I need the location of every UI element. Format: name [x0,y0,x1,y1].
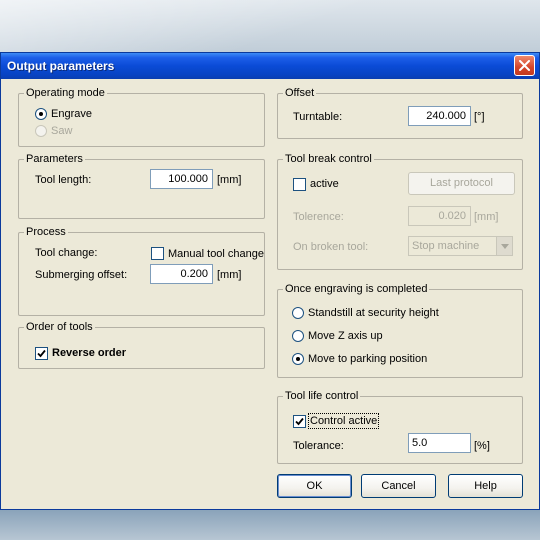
move-to-parking-position-radio[interactable] [292,353,304,365]
checkmark-icon [37,349,46,358]
engrave-label[interactable]: Engrave [51,107,92,121]
operating-mode-title: Operating mode [24,86,107,100]
process-title: Process [24,225,68,239]
cancel-button[interactable]: Cancel [361,474,436,498]
offset-title: Offset [283,86,317,100]
tool-length-unit: [mm] [217,174,242,186]
parameters-title: Parameters [24,152,85,166]
tolerence-label: Tolerence: [293,211,344,223]
window-title: Output parameters [7,59,115,73]
tolerence-unit: [mm] [474,211,499,223]
once-engraving-completed-title: Once engraving is completed [283,282,430,296]
reverse-order-label[interactable]: Reverse order [52,346,126,360]
tool-break-active-checkbox[interactable] [293,178,306,191]
control-active-checkbox[interactable] [293,415,306,428]
manual-tool-change-checkbox[interactable] [151,247,164,260]
tool-break-control-group: Tool break control active Last protocol … [277,152,523,270]
output-parameters-dialog: Output parameters Operating mode Engrave… [0,52,540,510]
tool-length-input[interactable]: 100.000 [150,169,213,189]
reverse-order-checkbox[interactable] [35,347,48,360]
submerging-offset-label: Submerging offset: [35,269,128,281]
control-active-label[interactable]: Control active [307,413,380,429]
title-bar[interactable]: Output parameters [1,53,539,79]
on-broken-tool-label: On broken tool: [293,241,369,253]
saw-label[interactable]: Saw [51,124,72,138]
tool-length-label: Tool length: [35,174,92,186]
tool-break-active-label[interactable]: active [310,177,339,191]
manual-tool-change-label[interactable]: Manual tool change [168,247,264,261]
submerging-offset-input[interactable]: 0.200 [150,264,213,284]
dropdown-arrow[interactable] [496,237,512,255]
desktop-background-bottom [0,510,540,540]
checkmark-icon [295,417,304,426]
close-icon [519,60,530,71]
standstill-radio[interactable] [292,307,304,319]
tolerance-unit: [%] [474,440,490,452]
once-engraving-completed-group: Once engraving is completed Standstill a… [277,282,523,378]
tool-life-control-title: Tool life control [283,389,361,403]
ok-button[interactable]: OK [277,474,352,498]
process-group: Process Tool change: Manual tool change … [18,225,265,316]
move-z-axis-up-label[interactable]: Move Z axis up [308,329,383,343]
tolerence-input[interactable]: 0.020 [408,206,471,226]
turntable-input[interactable]: 240.000 [408,106,471,126]
chevron-down-icon [501,244,509,249]
on-broken-tool-select[interactable]: Stop machine [408,236,513,256]
order-of-tools-group: Order of tools Reverse order [18,320,265,369]
move-z-axis-up-radio[interactable] [292,330,304,342]
tool-life-control-group: Tool life control Control active Toleran… [277,389,523,464]
turntable-unit: [°] [474,111,485,123]
operating-mode-group: Operating mode Engrave Saw [18,86,265,147]
standstill-label[interactable]: Standstill at security height [308,306,439,320]
submerging-offset-unit: [mm] [217,269,242,281]
tolerance-input[interactable]: 5.0 [408,433,471,453]
tolerance-label: Tolerance: [293,440,344,452]
desktop-background [0,0,540,52]
tool-change-label: Tool change: [35,247,98,259]
last-protocol-button[interactable]: Last protocol [408,172,515,195]
offset-group: Offset Turntable: 240.000 [°] [277,86,523,139]
close-button[interactable] [514,55,535,76]
help-button[interactable]: Help [448,474,523,498]
turntable-label: Turntable: [293,111,343,123]
tool-break-control-title: Tool break control [283,152,374,166]
engrave-radio[interactable] [35,108,47,120]
saw-radio[interactable] [35,125,47,137]
move-to-parking-position-label[interactable]: Move to parking position [308,352,427,366]
order-of-tools-title: Order of tools [24,320,95,334]
on-broken-tool-value: Stop machine [412,240,480,252]
parameters-group: Parameters Tool length: 100.000 [mm] [18,152,265,219]
